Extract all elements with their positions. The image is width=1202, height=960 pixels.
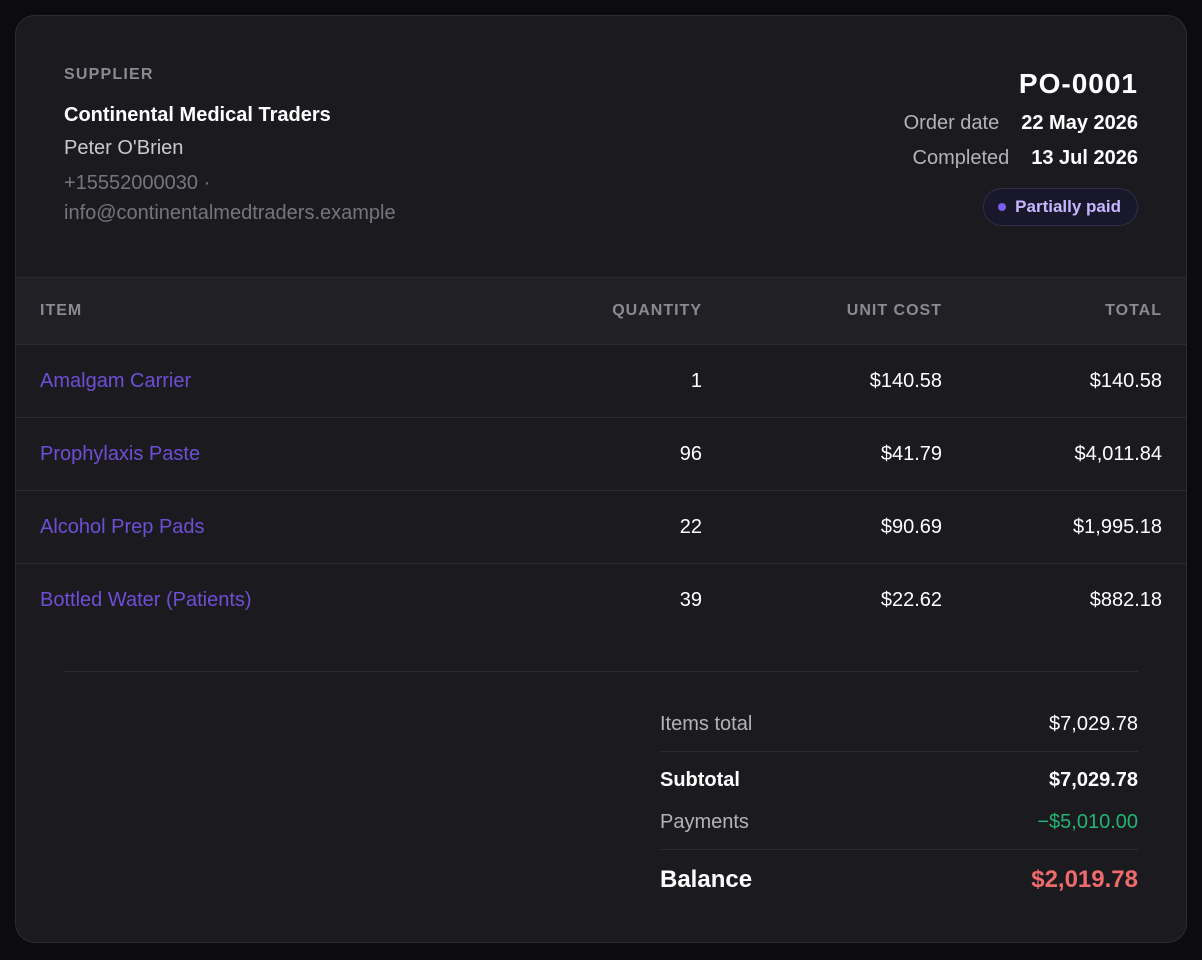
items-total-row: Items total $7,029.78 [660,706,1138,742]
subtotal-label: Subtotal [660,768,740,791]
summary-separator [660,751,1138,752]
item-unit-cost: $140.58 [702,344,942,418]
table-header-row: ITEM QUANTITY UNIT COST TOTAL [16,277,1186,345]
line-items-table: ITEM QUANTITY UNIT COST TOTAL Amalgam Ca… [16,277,1186,636]
summary-separator [660,849,1138,850]
order-summary: Items total $7,029.78 Subtotal $7,029.78… [660,706,1138,900]
order-date-label: Order date [903,112,1000,134]
supplier-email: info@continentalmedtraders.example [64,202,396,224]
subtotal-row: Subtotal $7,029.78 [660,762,1138,798]
po-meta: PO-0001 Order date 22 May 2026 Completed 1… [904,68,1138,226]
status-badge-label: Partially paid [1015,197,1121,216]
items-total-value: $7,029.78 [1049,712,1138,735]
balance-value: $2,019.78 [1031,866,1138,893]
completed-date-row: Completed 13 Jul 2026 [904,147,1138,170]
supplier-block: SUPPLIER Continental Medical Traders Pet… [64,66,396,228]
supplier-eyebrow: SUPPLIER [64,66,154,83]
table-row: Prophylaxis Paste 96 $41.79 $4,011.84 [16,417,1186,491]
supplier-contact: Peter O'Brien [64,137,184,159]
column-header-total: TOTAL [942,277,1186,345]
item-total: $882.18 [1089,588,1162,611]
item-link[interactable]: Prophylaxis Paste [40,443,200,465]
column-header-unit-cost: UNIT COST [702,277,942,345]
item-quantity: 96 [520,417,702,491]
subtotal-value: $7,029.78 [1049,768,1138,791]
item-unit-cost: $41.79 [702,417,942,491]
column-header-quantity: QUANTITY [520,277,702,345]
status-dot-icon [998,203,1007,211]
item-total: $4,011.84 [942,417,1186,491]
table-row: Amalgam Carrier 1 $140.58 $140.58 [16,344,1186,418]
completed-label: Completed [912,147,1010,169]
item-quantity: 39 [679,588,702,611]
item-link[interactable]: Bottled Water (Patients) [40,589,252,611]
item-link[interactable]: Alcohol Prep Pads [40,516,205,538]
item-unit-cost: $90.69 [702,490,942,564]
po-header: SUPPLIER Continental Medical Traders Pet… [16,16,1186,277]
completed-value: 13 Jul 2026 [1031,147,1138,169]
order-date-value: 22 May 2026 [1021,112,1138,134]
payments-label: Payments [660,810,749,833]
item-unit-cost: $22.62 [880,588,942,611]
balance-label: Balance [660,866,753,893]
table-row: Alcohol Prep Pads 22 $90.69 $1,995.18 [16,490,1186,564]
summary-divider [64,671,1138,672]
order-date-row: Order date 22 May 2026 [904,112,1138,135]
item-quantity: 22 [520,490,702,564]
item-total: $140.58 [942,344,1186,418]
payments-row: Payments −$5,010.00 [660,804,1138,840]
supplier-name: Continental Medical Traders [64,104,331,126]
item-total: $1,995.18 [942,490,1186,564]
item-quantity: 1 [520,344,702,418]
supplier-phone: +15552000030 · [64,172,211,194]
payments-value: −$5,010.00 [1037,810,1138,833]
column-header-item: ITEM [16,277,520,345]
items-total-label: Items total [660,712,753,735]
table-row: Bottled Water (Patients) 39 $22.62 $882.… [16,564,1186,637]
supplier-contact-info: +15552000030 · info@continentalmedtrader… [64,168,396,228]
item-link[interactable]: Amalgam Carrier [40,370,191,392]
status-badge: Partially paid [983,188,1138,226]
purchase-order-card: SUPPLIER Continental Medical Traders Pet… [15,15,1187,943]
po-number: PO-0001 [1018,68,1138,99]
balance-row: Balance $2,019.78 [660,860,1138,900]
